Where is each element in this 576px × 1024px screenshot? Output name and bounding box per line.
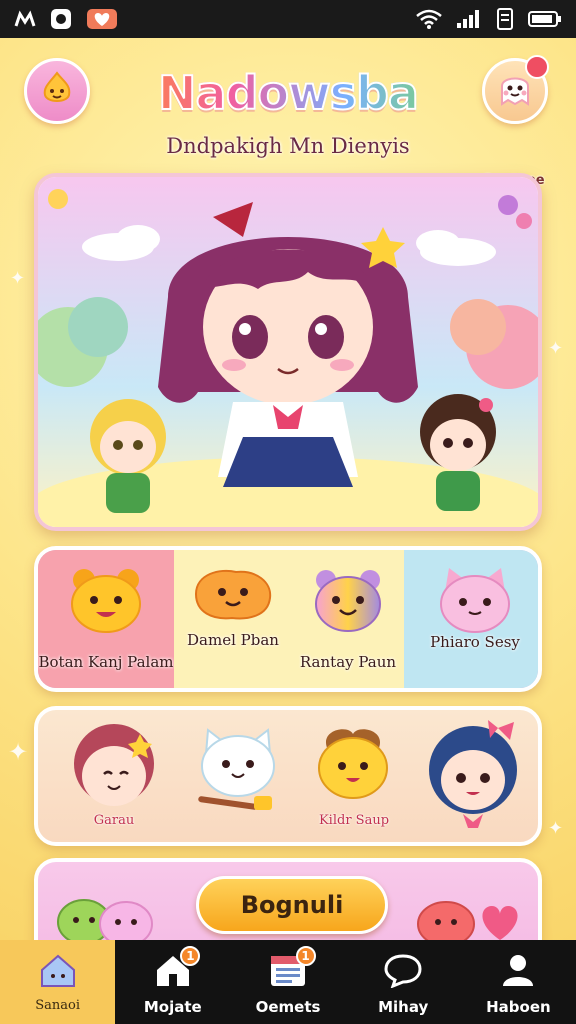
app-subtitle: Dndpakigh Mn Dienyis — [166, 134, 410, 158]
nav-label: Oemets — [255, 998, 321, 1016]
nav-item-oemets[interactable]: 1 Oemets — [230, 940, 345, 1024]
nav-badge: 1 — [180, 946, 201, 966]
bottom-nav: Sanaoi 1 Mojate 1 Oemets Mihay Haboen — [0, 940, 576, 1024]
battery-icon — [528, 9, 562, 29]
character-label: Kildr Saup — [318, 813, 390, 828]
profile-button[interactable] — [482, 55, 549, 124]
heart-app-icon — [86, 7, 120, 31]
yellow-bear-icon — [71, 569, 141, 633]
pets-row: Botan Kanj Palam Damel Pban Rantay Paun — [34, 546, 542, 692]
character-card[interactable] — [188, 720, 288, 824]
cell-signal-icon — [456, 9, 482, 29]
nav-label: Haboen — [486, 998, 551, 1016]
green-cat-pair-icon — [57, 899, 153, 940]
nav-label: Sanaoi — [35, 998, 80, 1013]
notification-dot — [525, 55, 549, 79]
orange-fox-icon — [194, 569, 272, 620]
rainbow-bear-icon — [315, 570, 381, 632]
status-bar — [0, 0, 576, 38]
pet-card[interactable]: Botan Kanj Palam — [38, 550, 174, 688]
house-icon — [38, 952, 78, 992]
nav-label: Mojate — [143, 998, 202, 1016]
pet-card[interactable]: Rantay Paun — [292, 550, 404, 688]
character-card[interactable] — [308, 720, 398, 814]
circle-icon — [50, 8, 72, 30]
character-card[interactable] — [64, 720, 164, 824]
pet-label: Rantay Paun — [299, 653, 397, 671]
nav-item-mojate[interactable]: 1 Mojate — [115, 940, 230, 1024]
pet-card[interactable]: Damel Pban — [174, 550, 292, 688]
hero-illustration — [38, 177, 538, 527]
nav-item-haboen[interactable]: Haboen — [461, 940, 576, 1024]
start-button[interactable]: Bognuli — [196, 876, 388, 934]
character-label: Garau — [93, 813, 135, 828]
nav-label: Mihay — [378, 998, 429, 1016]
blue-hair-girl-icon — [429, 720, 517, 828]
action-row: Bognuli — [34, 858, 542, 940]
app-background: ✦ ✦ ✦ ✦ Nadowsba Nadowsba Dndpakigh Mn D… — [0, 38, 576, 940]
character-card[interactable] — [418, 720, 528, 834]
heart-pet-icon — [417, 901, 518, 940]
pet-card[interactable]: Phiaro Sesy — [404, 550, 538, 688]
wifi-icon — [416, 9, 442, 29]
yellow-dog-icon — [318, 729, 388, 799]
app-title: Nadowsba — [120, 65, 456, 121]
chat-bubble-icon — [383, 952, 423, 992]
mascot-menu-button[interactable] — [24, 58, 90, 124]
pink-hair-girl-icon — [74, 724, 154, 806]
characters-row: Garau Kildr Saup — [34, 706, 542, 846]
person-icon — [498, 952, 538, 992]
nav-item-sanaoi[interactable]: Sanaoi — [0, 940, 116, 1024]
sim-icon — [496, 8, 514, 30]
pet-label: Botan Kanj Palam — [38, 653, 174, 671]
sun-mascot-icon — [37, 69, 77, 113]
pet-label: Damel Pban — [187, 631, 279, 649]
pink-cat-icon — [440, 568, 510, 633]
nav-item-mihay[interactable]: Mihay — [346, 940, 461, 1024]
hero-card[interactable] — [34, 173, 542, 531]
pet-label: Phiaro Sesy — [430, 633, 520, 651]
nav-badge: 1 — [295, 946, 316, 966]
white-cat-icon — [198, 728, 275, 810]
signal-m-icon — [14, 10, 36, 28]
